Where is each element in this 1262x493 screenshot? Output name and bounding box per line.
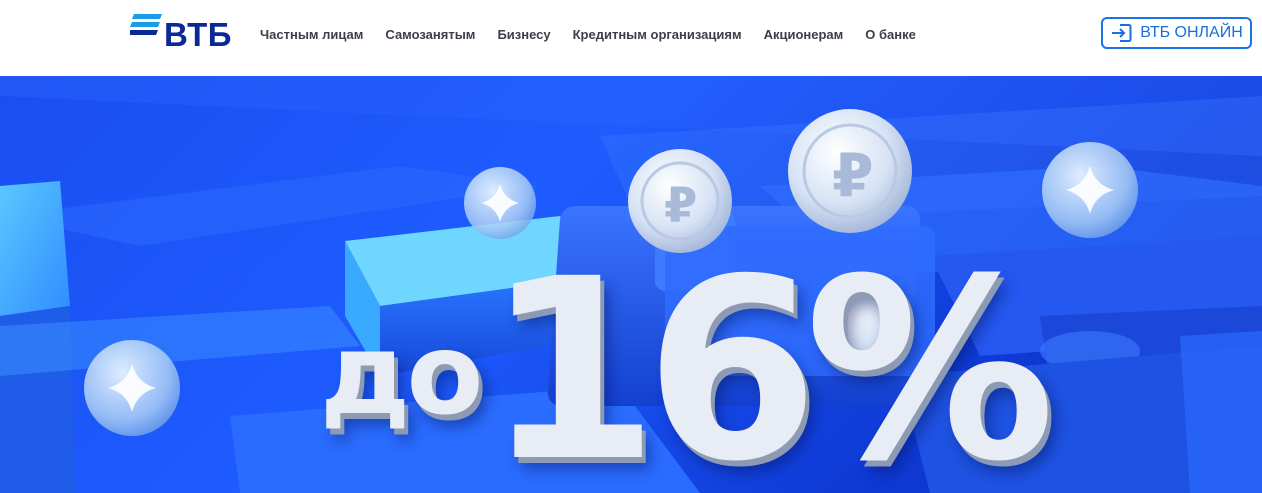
nav-item-about[interactable]: О банке — [865, 27, 916, 42]
site-header: ВТБ Частным лицам Самозанятым Бизнесу Кр… — [0, 0, 1262, 76]
promo-rate: до 16% — [320, 246, 1055, 493]
vtb-stripes-icon — [130, 14, 162, 35]
login-icon — [1112, 24, 1132, 42]
promo-value: 16% — [485, 225, 1055, 493]
nav-item-individuals[interactable]: Частным лицам — [260, 27, 363, 42]
promo-banner[interactable]: ₽ ₽ до 16% — [0, 76, 1262, 493]
nav-item-shareholders[interactable]: Акционерам — [764, 27, 844, 42]
nav-item-credit-organizations[interactable]: Кредитным организациям — [573, 27, 742, 42]
promo-prefix: до — [320, 310, 483, 440]
nav-item-business[interactable]: Бизнесу — [497, 27, 550, 42]
svg-text:₽: ₽ — [832, 141, 874, 211]
logo-text: ВТБ — [164, 16, 232, 53]
vtb-online-button[interactable]: ВТБ ОНЛАЙН — [1101, 17, 1252, 49]
vtb-logo[interactable]: ВТБ — [130, 14, 232, 54]
vtb-online-label: ВТБ ОНЛАЙН — [1140, 24, 1243, 41]
main-nav: Частным лицам Самозанятым Бизнесу Кредит… — [260, 27, 916, 42]
nav-item-self-employed[interactable]: Самозанятым — [385, 27, 475, 42]
